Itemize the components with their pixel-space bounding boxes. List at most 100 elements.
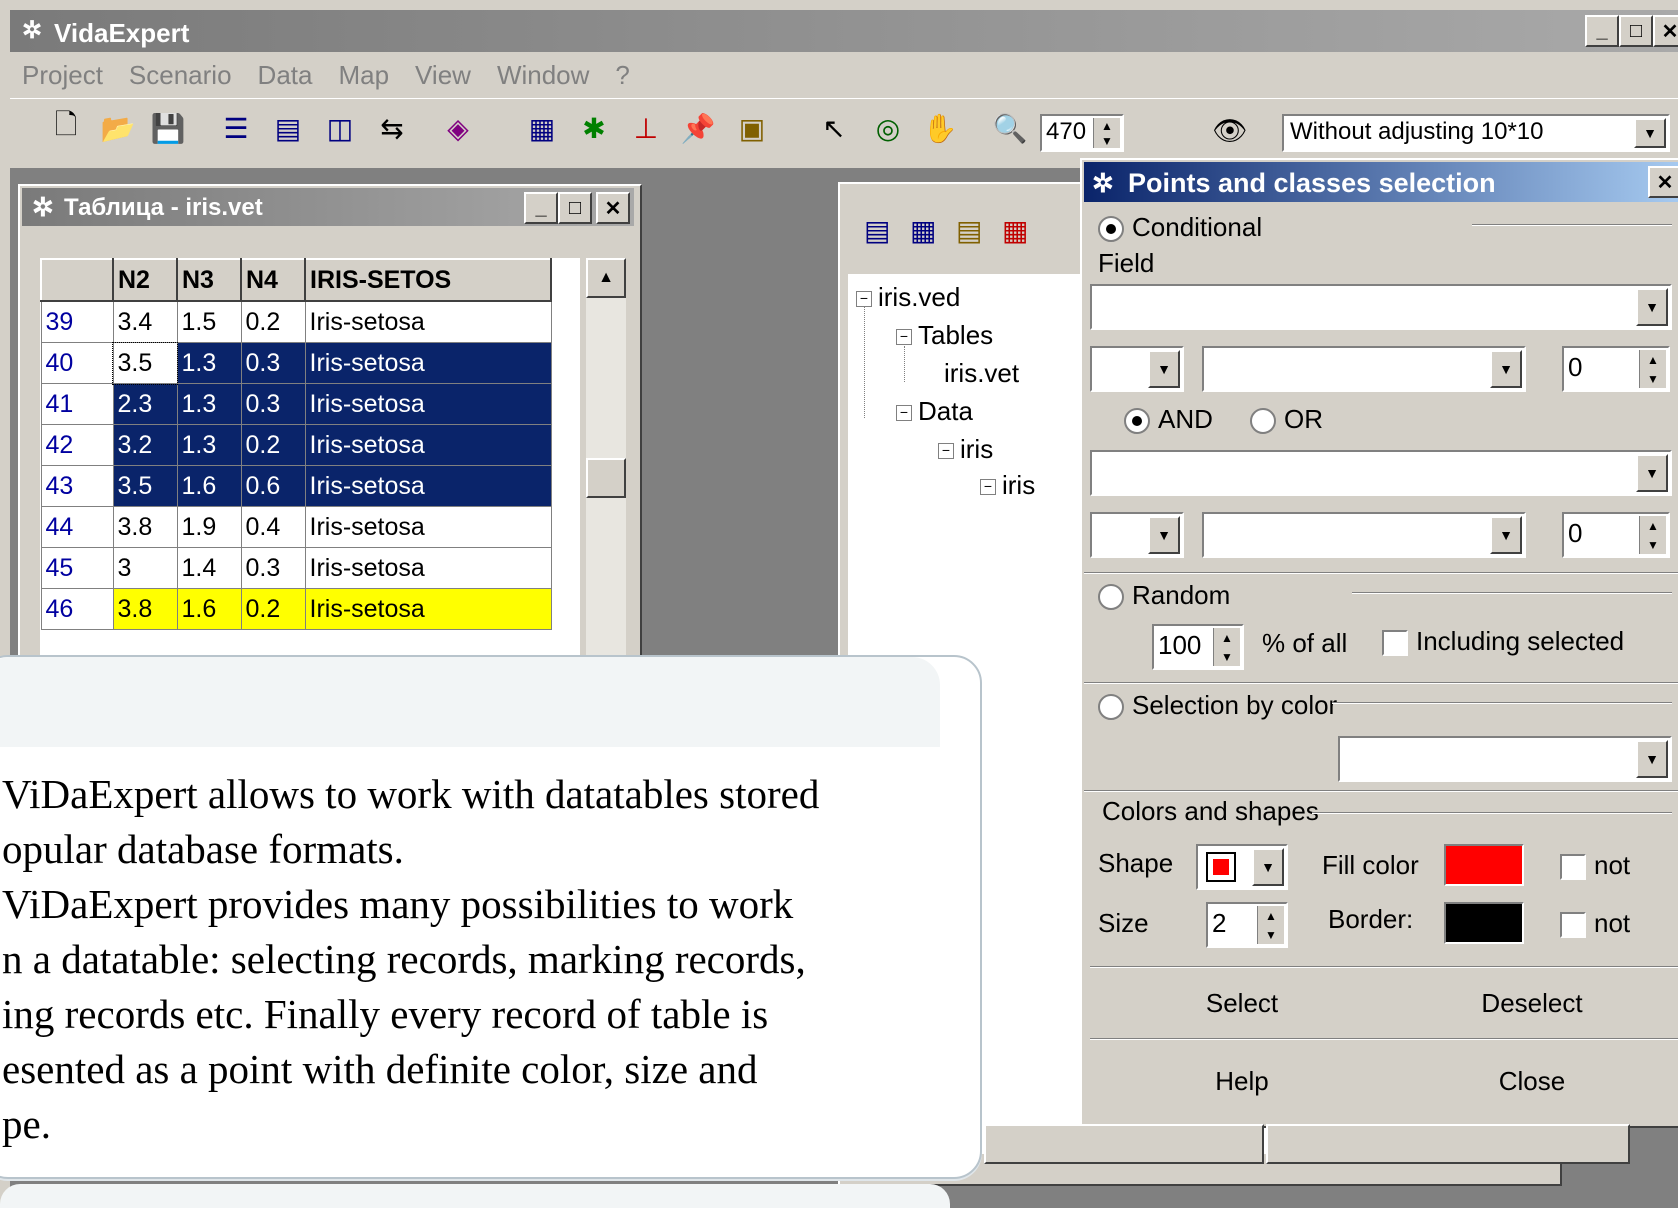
cell-n2[interactable]: 3.4 xyxy=(112,300,178,343)
cell-n3[interactable]: 1.3 xyxy=(176,424,242,466)
row-number[interactable]: 39 xyxy=(40,300,114,343)
table-close-button[interactable]: ✕ xyxy=(596,192,630,224)
row-number[interactable]: 43 xyxy=(40,465,114,507)
maximize-button[interactable]: □ xyxy=(1619,15,1653,47)
menu-view[interactable]: View xyxy=(415,60,471,96)
row-number[interactable]: 46 xyxy=(40,588,114,630)
table-minimize-button[interactable]: _ xyxy=(524,192,558,224)
table-scrollbar[interactable]: ▲ xyxy=(586,258,626,658)
save-icon[interactable]: 💾 xyxy=(150,110,186,146)
condition-field-select-2[interactable]: ▼ xyxy=(1202,512,1526,558)
table-view-icon[interactable]: ▦ xyxy=(524,110,560,146)
table-row[interactable]: 46 3.8 1.6 0.2 Iris-setosa xyxy=(40,588,552,630)
operator-select-2[interactable]: ▼ xyxy=(1090,512,1184,558)
and-radio[interactable]: AND xyxy=(1124,404,1213,435)
dialog-close-button[interactable]: ✕ xyxy=(1648,166,1678,198)
column-header[interactable]: IRIS-SETOS xyxy=(304,258,552,302)
pin-icon[interactable]: 📌 xyxy=(680,110,716,146)
help-button[interactable]: Help xyxy=(1142,1066,1342,1097)
axes-icon[interactable]: ⊥ xyxy=(628,110,664,146)
cell-class[interactable]: Iris-setosa xyxy=(304,342,552,384)
minimize-button[interactable]: _ xyxy=(1585,15,1619,47)
tree-node-root[interactable]: − iris.ved xyxy=(856,282,960,313)
tree-node-tables[interactable]: − Tables xyxy=(896,320,993,351)
table-maximize-button[interactable]: □ xyxy=(558,192,592,224)
eye-icon[interactable]: 👁 xyxy=(1212,112,1248,148)
cell-n4[interactable]: 0.3 xyxy=(240,383,306,425)
column-header[interactable]: N4 xyxy=(240,258,306,302)
scatter-icon[interactable]: ✱ xyxy=(576,110,612,146)
row-number[interactable]: 42 xyxy=(40,424,114,466)
cell-n4[interactable]: 0.2 xyxy=(240,424,306,466)
table-row[interactable]: 40 3.5 1.3 0.3 Iris-setosa xyxy=(40,341,552,385)
cell-class[interactable]: Iris-setosa xyxy=(304,424,552,466)
shape-select[interactable]: ▼ xyxy=(1196,844,1288,890)
cell-n3[interactable]: 1.6 xyxy=(176,465,242,507)
conditional-radio[interactable]: Conditional xyxy=(1098,212,1262,243)
deselect-button[interactable]: Deselect xyxy=(1432,988,1632,1019)
map-icon[interactable]: ▣ xyxy=(734,110,770,146)
close-button[interactable]: ✕ xyxy=(1653,15,1678,47)
column-header[interactable]: N3 xyxy=(176,258,242,302)
table-row[interactable]: 42 3.2 1.3 0.2 Iris-setosa xyxy=(40,424,552,466)
tree-node-data[interactable]: − Data xyxy=(896,396,973,427)
cell-n2[interactable]: 3 xyxy=(112,547,178,589)
zoom-field[interactable]: 470 ▲ ▼ xyxy=(1040,114,1124,152)
cell-class[interactable]: Iris-setosa xyxy=(304,383,552,425)
cell-n4[interactable]: 0.2 xyxy=(240,300,306,343)
column-header[interactable]: N2 xyxy=(112,258,178,302)
cell-n3[interactable]: 1.4 xyxy=(176,547,242,589)
cell-n4[interactable]: 0.3 xyxy=(240,342,306,384)
scroll-thumb[interactable] xyxy=(586,458,626,498)
columns-icon[interactable]: ◫ xyxy=(322,110,358,146)
table-row[interactable]: 43 3.5 1.6 0.6 Iris-setosa xyxy=(40,465,552,507)
cell-n2[interactable]: 2.3 xyxy=(112,383,178,425)
cell-n2[interactable]: 3.5 xyxy=(112,465,178,507)
open-folder-icon[interactable]: 📂 xyxy=(100,110,136,146)
color-select[interactable]: ▼ xyxy=(1338,736,1672,782)
field-select-2[interactable]: ▼ xyxy=(1090,450,1672,496)
menu-map[interactable]: Map xyxy=(338,60,389,96)
value-field-1[interactable]: 0 ▲ ▼ xyxy=(1562,346,1670,392)
zoom-icon[interactable]: 🔍 xyxy=(992,110,1028,146)
rotate-icon[interactable]: ◎ xyxy=(870,110,906,146)
fill-not-checkbox[interactable]: not xyxy=(1560,850,1630,881)
tree-node-iris-child[interactable]: − iris xyxy=(980,470,1035,501)
row-number[interactable]: 41 xyxy=(40,383,114,425)
menu-window[interactable]: Window xyxy=(497,60,589,96)
table-row[interactable]: 39 3.4 1.5 0.2 Iris-setosa xyxy=(40,300,552,343)
cell-n2[interactable]: 3.5 xyxy=(112,341,178,385)
table-row[interactable]: 41 2.3 1.3 0.3 Iris-setosa xyxy=(40,383,552,425)
menu-project[interactable]: Project xyxy=(22,60,103,96)
cell-n4[interactable]: 0.6 xyxy=(240,465,306,507)
condition-field-select-1[interactable]: ▼ xyxy=(1202,346,1526,392)
value-field-2[interactable]: 0 ▲ ▼ xyxy=(1562,512,1670,558)
tree-tool-icon-1[interactable]: ▤ xyxy=(864,214,890,247)
cell-n4[interactable]: 0.3 xyxy=(240,547,306,589)
border-not-checkbox[interactable]: not xyxy=(1560,908,1630,939)
field-select[interactable]: ▼ xyxy=(1090,284,1672,330)
cell-class[interactable]: Iris-setosa xyxy=(304,547,552,589)
or-radio[interactable]: OR xyxy=(1250,404,1323,435)
table-row[interactable]: 45 3 1.4 0.3 Iris-setosa xyxy=(40,547,552,589)
size-field[interactable]: 2 ▲ ▼ xyxy=(1206,902,1288,948)
tables-icon[interactable]: ☰ xyxy=(218,110,254,146)
menu-help[interactable]: ? xyxy=(615,60,629,96)
hand-icon[interactable]: ✋ xyxy=(922,110,958,146)
link-icon[interactable]: ⇆ xyxy=(374,110,410,146)
row-number[interactable]: 40 xyxy=(40,342,114,384)
menu-data[interactable]: Data xyxy=(258,60,313,96)
cell-class[interactable]: Iris-setosa xyxy=(304,300,552,343)
cell-n3[interactable]: 1.6 xyxy=(176,588,242,630)
including-selected-checkbox[interactable]: Including selected xyxy=(1382,626,1624,657)
cell-n2[interactable]: 3.8 xyxy=(112,588,178,630)
cell-n3[interactable]: 1.3 xyxy=(176,342,242,384)
book-icon[interactable]: ◈ xyxy=(440,110,476,146)
scroll-up-arrow[interactable]: ▲ xyxy=(586,258,626,298)
cell-n4[interactable]: 0.2 xyxy=(240,588,306,630)
random-radio[interactable]: Random xyxy=(1098,580,1230,611)
cell-class[interactable]: Iris-setosa xyxy=(304,465,552,507)
random-percent-field[interactable]: 100 ▲ ▼ xyxy=(1152,624,1244,670)
selection-by-color-radio[interactable]: Selection by color xyxy=(1098,690,1337,721)
projection-select[interactable]: Without adjusting 10*10 ▼ xyxy=(1282,114,1670,152)
